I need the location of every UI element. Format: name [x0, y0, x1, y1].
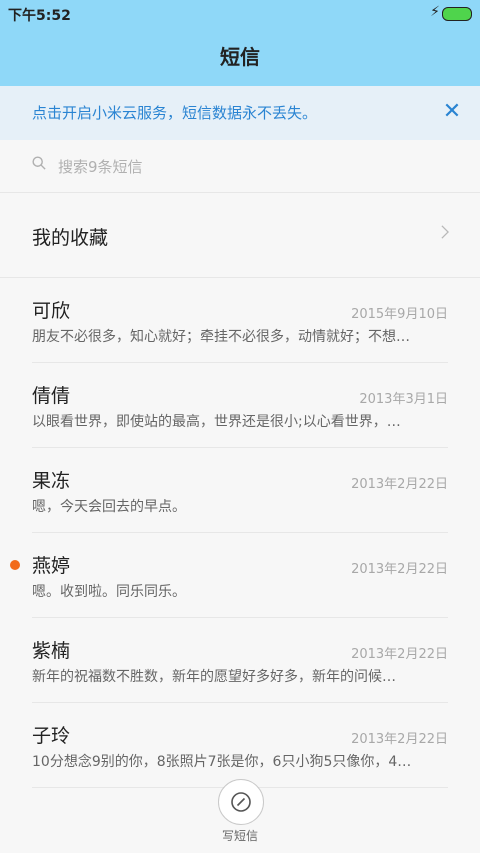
message-row[interactable]: 紫楠 2013年2月22日新年的祝福数不胜数，新年的愿望好多好多，新年的问候…	[32, 618, 448, 703]
unread-indicator	[10, 560, 20, 570]
message-row[interactable]: 倩倩 2013年3月1日以眼看世界，即使站的最高，世界还是很小;以心看世界，…	[32, 363, 448, 448]
charging-icon: ⚡	[430, 4, 440, 20]
contact-name: 紫楠	[32, 640, 71, 662]
message-row[interactable]: 燕婷 2013年2月22日嗯。收到啦。同乐同乐。	[10, 533, 448, 618]
title-bar: 短信	[0, 28, 480, 86]
status-bar: 下午5:52 ⚡	[0, 0, 480, 28]
message-row[interactable]: 可欣 2015年9月10日朋友不必很多，知心就好；牵挂不必很多，动情就好；不想…	[32, 278, 448, 363]
message-preview: 10分想念9别的你，8张照片7张是你，6只小狗5只像你，4…	[32, 754, 412, 770]
message-preview: 嗯，今天会回去的早点。	[32, 499, 186, 515]
compose-label: 写短信	[221, 829, 258, 843]
search-bar[interactable]: 搜索9条短信	[0, 140, 480, 193]
chevron-right-icon	[441, 225, 449, 239]
message-row[interactable]: 子玲 2013年2月22日 10分想念9别的你，8张照片7张是你，6只小狗5只像你，…	[32, 703, 448, 788]
favorites-row[interactable]: 我的收藏	[0, 193, 480, 278]
cloud-service-banner[interactable]: 点击开启小米云服务，短信数据永不丢失。 ✕	[0, 86, 480, 140]
contact-name: 燕婷	[32, 555, 71, 577]
message-date: 2013年2月22日	[351, 562, 448, 577]
message-row[interactable]: 果冻 2013年2月22日嗯，今天会回去的早点。	[32, 448, 448, 533]
contact-name: 子玲	[32, 725, 71, 747]
message-date: 2015年9月10日	[351, 307, 448, 322]
status-time: 下午5:52	[8, 8, 71, 24]
message-date: 2013年3月1日	[359, 392, 448, 407]
contact-name: 果冻	[32, 470, 71, 492]
message-date: 2013年2月22日	[351, 477, 448, 492]
compose-icon	[231, 792, 251, 812]
battery-icon	[442, 7, 472, 21]
message-preview: 朋友不必很多，知心就好；牵挂不必很多，动情就好；不想…	[32, 329, 410, 345]
message-date: 2013年2月22日	[351, 647, 448, 662]
message-date: 2013年2月22日	[351, 732, 448, 747]
close-icon[interactable]: ✕	[440, 100, 464, 124]
message-list: 可欣 2015年9月10日朋友不必很多，知心就好；牵挂不必很多，动情就好；不想… 倩…	[0, 278, 480, 788]
message-preview: 以眼看世界，即使站的最高，世界还是很小;以心看世界，…	[32, 414, 401, 430]
message-preview: 嗯。收到啦。同乐同乐。	[32, 584, 186, 600]
favorites-label: 我的收藏	[32, 227, 109, 249]
contact-name: 可欣	[32, 300, 71, 322]
contact-name: 倩倩	[32, 385, 71, 407]
compose-button[interactable]	[218, 779, 264, 825]
message-preview: 新年的祝福数不胜数，新年的愿望好多好多，新年的问候…	[32, 669, 396, 685]
search-input[interactable]: 搜索9条短信	[58, 156, 143, 177]
search-icon	[32, 156, 46, 170]
banner-text[interactable]: 点击开启小米云服务，短信数据永不丢失。	[32, 102, 317, 123]
page-title: 短信	[220, 45, 260, 69]
